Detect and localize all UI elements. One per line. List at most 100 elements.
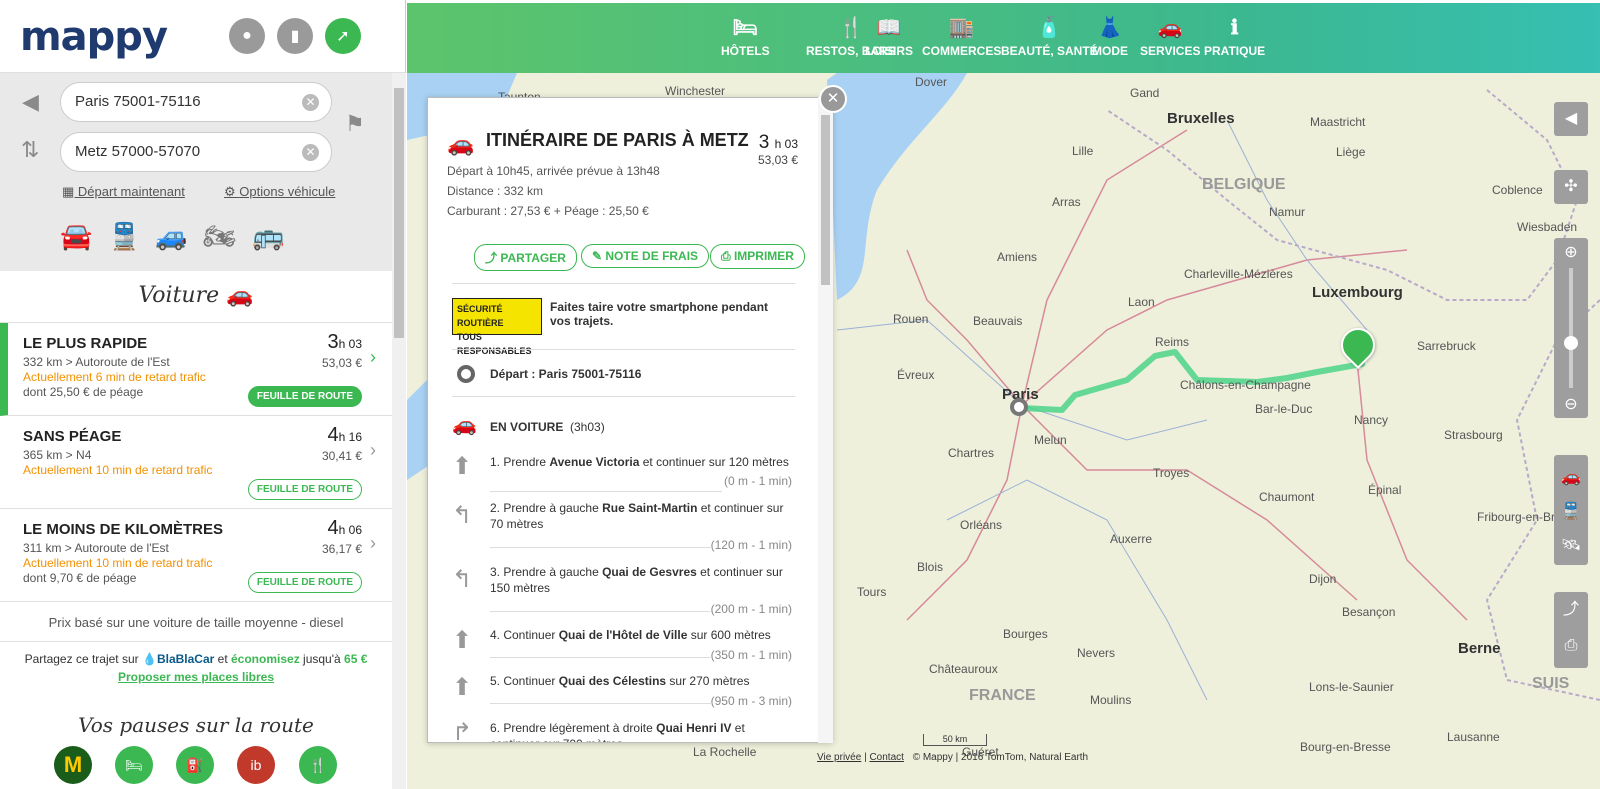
- from-field[interactable]: Paris 75001-75116 ✕: [60, 82, 332, 122]
- vehicle-options-label: Options véhicule: [239, 184, 336, 199]
- category-services[interactable]: 🚗 SERVICES: [1140, 15, 1200, 58]
- mappy-logo[interactable]: mappy: [20, 14, 168, 60]
- category-bar: 🛏 HÔTELS 🍴 RESTOS, BARS 📖 LOISIRS 🏬 COMMERCE…: [407, 0, 1600, 73]
- share-icon[interactable]: ⤴: [1554, 592, 1588, 628]
- section-title: Voiture 🚗: [0, 271, 392, 323]
- route-option[interactable]: LE PLUS RAPIDE 332 km > Autoroute de l'E…: [0, 323, 392, 416]
- swap-icon[interactable]: ⇅: [21, 137, 39, 163]
- promo-text: et: [217, 652, 228, 666]
- book-icon: 📖: [876, 17, 902, 39]
- category-beauty[interactable]: 🧴 BEAUTÉ, SANTÉ: [1001, 15, 1098, 58]
- route-step[interactable]: 3. Prendre à gauche Quai de Gesvres et c…: [490, 564, 790, 596]
- directions-icon[interactable]: ◀: [1554, 102, 1588, 136]
- pin-icon[interactable]: ●: [229, 18, 265, 54]
- blablacar-promo: Partagez ce trajet sur 💧BlaBlaCar et éco…: [0, 652, 392, 684]
- route-option[interactable]: LE MOINS DE KILOMÈTRES 311 km > Autorout…: [0, 509, 392, 602]
- zoom-slider[interactable]: [1564, 268, 1578, 388]
- close-panel-icon[interactable]: ✕: [819, 85, 847, 113]
- roadmap-button[interactable]: FEUILLE DE ROUTE: [247, 572, 362, 593]
- to-field[interactable]: Metz 57000-57070 ✕: [60, 132, 332, 172]
- step-distance: (200 m - 1 min): [710, 602, 792, 616]
- route-option[interactable]: SANS PÉAGE 365 km > N4 Actuellement 10 m…: [0, 416, 392, 509]
- fuel-icon[interactable]: ⛽: [176, 746, 214, 784]
- route-step[interactable]: 1. Prendre Avenue Victoria et continuer …: [490, 454, 790, 470]
- contact-link[interactable]: Contact: [869, 752, 903, 763]
- signpost-icon[interactable]: ➚: [325, 18, 361, 54]
- shopping-bag-icon[interactable]: ▮: [277, 18, 313, 54]
- side-scrollbar-thumb[interactable]: [394, 88, 404, 338]
- itinerary-duration: 3 h 03: [759, 132, 798, 154]
- route-price: 36,17 €: [321, 542, 362, 556]
- route-step[interactable]: 4. Continuer Quai de l'Hôtel de Ville su…: [490, 627, 790, 643]
- category-label: COMMERCES: [922, 44, 1002, 58]
- category-fashion[interactable]: 👗 MODE: [1092, 15, 1128, 58]
- clear-from-icon[interactable]: ✕: [302, 94, 319, 111]
- expense-note-button[interactable]: ✎ NOTE DE FRAIS: [581, 244, 710, 268]
- route-step[interactable]: 5. Continuer Quai des Célestins sur 270 …: [490, 673, 790, 689]
- zoom-control[interactable]: ⊕ ⊖: [1554, 238, 1588, 418]
- step-text: 5. Continuer: [490, 674, 559, 688]
- restaurant-icon[interactable]: 🍴: [299, 746, 337, 784]
- zoom-in-icon[interactable]: ⊕: [1554, 242, 1588, 262]
- step-street: Rue Saint-Martin: [602, 501, 698, 515]
- city-label: Auxerre: [1110, 532, 1153, 546]
- train-mode-icon[interactable]: 🚆: [108, 221, 140, 252]
- step-street: Quai Henri IV: [656, 721, 732, 735]
- traffic-layer-icon[interactable]: 🚗: [1554, 461, 1588, 495]
- city-label: Nevers: [1077, 646, 1116, 660]
- motorbike-mode-icon[interactable]: 🏍: [203, 221, 236, 252]
- carpool-mode-icon[interactable]: 🚙: [155, 221, 187, 252]
- vehicle-options-link[interactable]: ⚙ Options véhicule: [224, 184, 335, 200]
- panel-scrollbar[interactable]: [818, 97, 833, 743]
- hotel-icon[interactable]: 🛏: [115, 746, 153, 784]
- zoom-out-icon[interactable]: ⊖: [1554, 394, 1588, 414]
- offer-seats-link[interactable]: Proposer mes places libres: [118, 670, 274, 684]
- straight-arrow-icon: ⬆: [452, 627, 473, 654]
- route-step[interactable]: 6. Prendre légèrement à droite Quai Henr…: [490, 720, 790, 742]
- itinerary-hours: 3: [758, 132, 770, 153]
- promo-text: jusqu'à: [303, 652, 341, 666]
- side-scrollbar[interactable]: [392, 73, 406, 789]
- category-hotels[interactable]: 🛏 HÔTELS: [721, 15, 770, 58]
- satellite-layer-icon[interactable]: 🛰: [1554, 529, 1588, 563]
- step-distance: (950 m - 3 min): [710, 694, 792, 708]
- chevron-right-icon[interactable]: ›: [370, 347, 376, 368]
- car-mode-icon: 🚗: [452, 414, 477, 436]
- category-shops[interactable]: 🏬 COMMERCES: [922, 15, 1001, 58]
- map-footer: Vie privée | Contact © Mappy | 2016 TomT…: [817, 752, 1089, 763]
- print-button[interactable]: ⎙ IMPRIMER: [710, 244, 805, 269]
- departure-marker[interactable]: [1010, 398, 1028, 416]
- city-label: Bar-le-Duc: [1255, 402, 1313, 416]
- print-icon[interactable]: ⎙: [1554, 628, 1588, 664]
- add-step-icon[interactable]: ⚑: [345, 111, 365, 137]
- category-leisure[interactable]: 📖 LOISIRS: [865, 15, 913, 58]
- divider: [490, 657, 712, 658]
- share-button[interactable]: ⤴ PARTAGER: [474, 244, 577, 271]
- city-label: Rouen: [893, 312, 929, 326]
- roadmap-button[interactable]: FEUILLE DE ROUTE: [247, 386, 362, 407]
- step-distance: (350 m - 1 min): [710, 648, 792, 662]
- car-mode-icon[interactable]: 🚘: [60, 221, 92, 252]
- itinerary-distance: Distance : 332 km: [447, 184, 544, 198]
- category-practical[interactable]: ℹ PRATIQUE: [1204, 15, 1265, 58]
- bed-icon: 🛏: [732, 17, 759, 39]
- compass-icon[interactable]: ✣: [1554, 170, 1588, 204]
- departure-flag-icon: ◀: [22, 89, 39, 114]
- depart-now-link[interactable]: ▦ Départ maintenant: [62, 184, 185, 200]
- promo-amount: 65 €: [344, 652, 368, 666]
- transit-layer-icon[interactable]: 🚆: [1554, 495, 1588, 529]
- panel-scrollbar-thumb[interactable]: [821, 115, 830, 285]
- chevron-right-icon[interactable]: ›: [370, 533, 376, 554]
- roadmap-button[interactable]: FEUILLE DE ROUTE: [247, 479, 362, 500]
- bus-mode-icon[interactable]: 🚌: [252, 221, 284, 252]
- clear-to-icon[interactable]: ✕: [302, 144, 319, 161]
- city-label: Chaumont: [1259, 490, 1315, 504]
- chevron-right-icon[interactable]: ›: [370, 440, 376, 461]
- privacy-link[interactable]: Vie privée: [817, 752, 861, 763]
- ibis-icon[interactable]: ib: [237, 746, 275, 784]
- city-label: Wiesbaden: [1517, 220, 1578, 234]
- city-label: Laon: [1128, 295, 1155, 309]
- city-label: Besançon: [1342, 605, 1396, 619]
- mcdonalds-icon[interactable]: M: [54, 746, 92, 784]
- route-step[interactable]: 2. Prendre à gauche Rue Saint-Martin et …: [490, 500, 790, 532]
